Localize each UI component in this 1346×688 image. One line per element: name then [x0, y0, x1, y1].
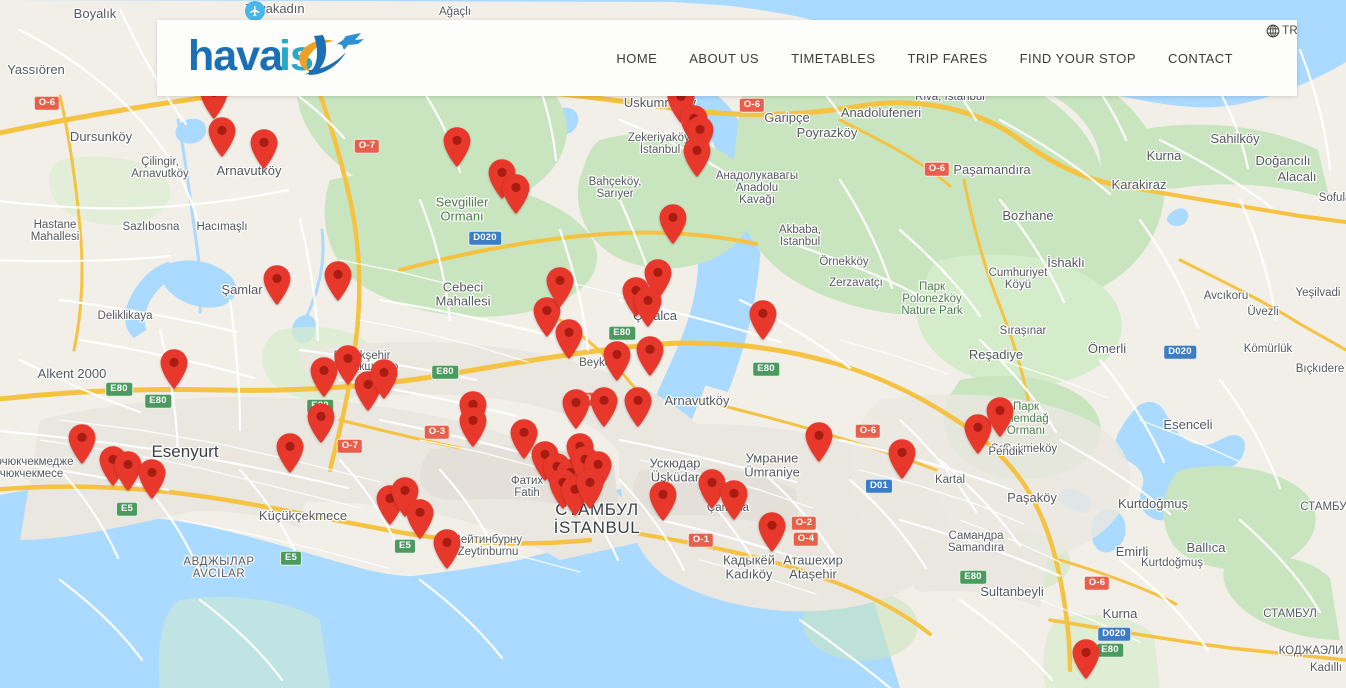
map-stop-marker[interactable] [658, 203, 688, 245]
map-stop-marker[interactable] [635, 335, 665, 377]
map-stop-marker[interactable] [545, 266, 575, 308]
map-stop-marker[interactable] [442, 126, 472, 168]
map-stop-marker[interactable] [306, 402, 336, 444]
map-stop-marker[interactable] [262, 264, 292, 306]
map-stop-marker[interactable] [748, 299, 778, 341]
map-stop-marker[interactable] [757, 511, 787, 553]
map-stop-marker[interactable] [719, 479, 749, 521]
map-stop-marker[interactable] [623, 386, 653, 428]
map-stop-marker[interactable] [323, 260, 353, 302]
airport-icon [245, 1, 265, 21]
map-stop-marker[interactable] [159, 348, 189, 390]
map-stop-marker[interactable] [1071, 638, 1101, 680]
map-stop-marker[interactable] [137, 458, 167, 500]
map-stop-marker[interactable] [275, 432, 305, 474]
main-navigation[interactable]: HOMEABOUT USTIMETABLESTRIP FARESFIND YOU… [600, 51, 1249, 66]
map-stop-marker[interactable] [602, 340, 632, 382]
map-stop-marker[interactable] [554, 318, 584, 360]
map-stop-marker[interactable] [309, 356, 339, 398]
map-stop-marker[interactable] [249, 128, 279, 170]
nav-timetables[interactable]: TIMETABLES [775, 51, 891, 66]
nav-home[interactable]: HOME [600, 51, 673, 66]
map-stop-marker[interactable] [501, 173, 531, 215]
map-stop-marker[interactable] [207, 116, 237, 158]
nav-about-us[interactable]: ABOUT US [673, 51, 775, 66]
map-stop-marker[interactable] [575, 468, 605, 510]
map-stop-marker[interactable] [561, 388, 591, 430]
map-stop-marker[interactable] [985, 396, 1015, 438]
map-stop-marker[interactable] [887, 438, 917, 480]
map-stop-marker[interactable] [369, 358, 399, 400]
site-header: hava is HOMEABOUT USTIMETABLESTRIP FARES… [157, 20, 1297, 96]
language-switcher[interactable]: TR [1266, 24, 1298, 38]
map-stop-marker[interactable] [804, 421, 834, 463]
globe-icon [1266, 24, 1280, 38]
svg-text:hava: hava [188, 32, 284, 80]
nav-find-your-stop[interactable]: FIND YOUR STOP [1004, 51, 1152, 66]
nav-contact[interactable]: CONTACT [1152, 51, 1249, 66]
map-stop-marker[interactable] [432, 528, 462, 570]
map-stop-marker[interactable] [589, 386, 619, 428]
map-stop-marker[interactable] [648, 480, 678, 522]
map-stop-marker[interactable] [682, 136, 712, 178]
language-code: TR [1282, 25, 1298, 37]
nav-trip-fares[interactable]: TRIP FARES [892, 51, 1004, 66]
map-stop-marker[interactable] [633, 286, 663, 328]
map-stop-marker[interactable] [67, 423, 97, 465]
map-container[interactable]: .land { fill:#f2efe9; } .urban { fill:#e… [0, 0, 1346, 688]
havaist-logo[interactable]: hava is [188, 30, 366, 87]
map-stop-marker[interactable] [458, 406, 488, 448]
map-stop-marker[interactable] [405, 498, 435, 540]
